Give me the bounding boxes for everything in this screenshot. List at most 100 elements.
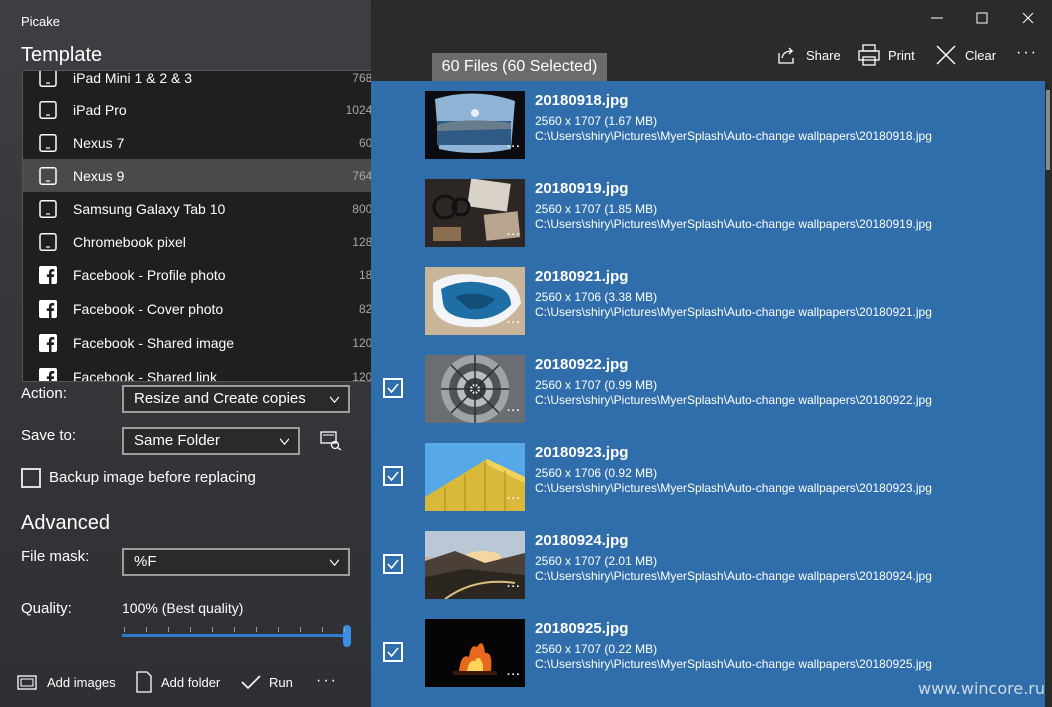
file-thumbnail[interactable]: ··· [425, 443, 525, 511]
scrollbar-thumb[interactable] [1046, 90, 1050, 170]
backup-checkbox[interactable] [21, 468, 41, 488]
thumbnail-more-icon[interactable]: ··· [507, 229, 521, 241]
file-mask-value: %F [134, 553, 157, 570]
file-name: 20180921.jpg [535, 268, 629, 285]
file-thumbnail[interactable]: ··· [425, 267, 525, 335]
facebook-icon [39, 333, 57, 352]
template-option-name: Facebook - Profile photo [73, 266, 226, 283]
file-name: 20180925.jpg [535, 620, 629, 637]
thumbnail-more-icon[interactable]: ··· [507, 141, 521, 153]
facebook-icon [39, 265, 57, 284]
files-tab[interactable]: 60 Files (60 Selected) [432, 53, 607, 81]
minimize-icon[interactable] [925, 6, 949, 30]
action-combobox[interactable]: Resize and Create copies [122, 385, 350, 413]
file-dimensions: 2560 x 1706 (0.92 MB) [535, 466, 658, 480]
tablet-icon [39, 232, 57, 251]
checkmark-icon [387, 471, 399, 482]
printer-icon [858, 44, 880, 66]
thumbnail-more-icon[interactable]: ··· [507, 405, 521, 417]
template-option-name: iPad Pro [73, 101, 127, 118]
close-icon[interactable] [1016, 6, 1040, 30]
template-option[interactable]: Facebook - Cover photo820x310 [23, 292, 421, 325]
tablet-icon [39, 166, 57, 185]
file-path: C:\Users\shiry\Pictures\MyerSplash\Auto-… [535, 569, 932, 583]
clear-label: Clear [965, 47, 997, 63]
file-list[interactable]: ··· 20180918.jpg 2560 x 1707 (1.67 MB) C:\U… [371, 81, 1045, 707]
file-row[interactable]: ··· 20180918.jpg 2560 x 1707 (1.67 MB) C:\U… [371, 81, 1045, 169]
file-dimensions: 2560 x 1706 (3.38 MB) [535, 290, 658, 304]
file-row[interactable]: ··· 20180919.jpg 2560 x 1707 (1.85 MB) C:\U… [371, 169, 1045, 257]
file-path: C:\Users\shiry\Pictures\MyerSplash\Auto-… [535, 393, 932, 407]
more-options-icon[interactable]: ··· [316, 672, 338, 690]
run-label: Run [269, 674, 293, 690]
quality-slider-track[interactable] [122, 634, 348, 637]
thumbnail-more-icon[interactable]: ··· [507, 581, 521, 593]
print-button[interactable]: Print [858, 43, 915, 67]
run-button[interactable]: Run [241, 670, 293, 694]
template-option[interactable]: Samsung Galaxy Tab 10800x1200 [23, 192, 421, 225]
file-name: 20180922.jpg [535, 356, 629, 373]
slider-tick [278, 627, 279, 632]
backup-label: Backup image before replacing [49, 469, 256, 486]
save-to-combobox[interactable]: Same Folder [122, 427, 300, 455]
template-option-name: Facebook - Shared link [73, 368, 217, 382]
template-option[interactable]: Facebook - Shared link1200x627 [23, 360, 421, 382]
template-option-name: iPad Mini 1 & 2 & 3 [73, 70, 193, 86]
facebook-icon [39, 299, 57, 318]
template-option[interactable]: iPad Pro1024x1366 [23, 93, 421, 126]
template-dropdown-list[interactable]: iPad Mini 1 & 2 & 3768x1024iPad Pro1024x… [22, 70, 422, 382]
file-row[interactable]: ··· 20180921.jpg 2560 x 1706 (3.38 MB) C:\U… [371, 257, 1045, 345]
clear-button[interactable]: Clear [935, 43, 996, 67]
checkmark-icon [241, 675, 261, 690]
file-row[interactable]: ··· 20180924.jpg 2560 x 1707 (2.01 MB) C:\U… [371, 521, 1045, 609]
row-checkbox[interactable] [383, 554, 403, 574]
tablet-icon [39, 100, 57, 119]
maximize-icon[interactable] [970, 6, 994, 30]
add-images-button[interactable]: Add images [17, 670, 116, 694]
template-option[interactable]: Nexus 9764x1024 [23, 159, 421, 192]
thumbnail-more-icon[interactable]: ··· [507, 493, 521, 505]
template-heading: Template [21, 44, 103, 66]
slider-tick [256, 627, 257, 632]
file-thumbnail[interactable]: ··· [425, 619, 525, 687]
file-dimensions: 2560 x 1707 (2.01 MB) [535, 554, 658, 568]
file-row[interactable]: ··· 20180922.jpg 2560 x 1707 (0.99 MB) C:\U… [371, 345, 1045, 433]
row-checkbox[interactable] [383, 466, 403, 486]
template-option[interactable]: Chromebook pixel1280x580 [23, 225, 421, 258]
file-path: C:\Users\shiry\Pictures\MyerSplash\Auto-… [535, 129, 932, 143]
chevron-down-icon [330, 559, 339, 567]
checkmark-icon [387, 559, 399, 570]
add-images-label: Add images [47, 674, 116, 690]
slider-tick [212, 627, 213, 632]
row-checkbox[interactable] [383, 378, 403, 398]
file-row[interactable]: ··· 20180923.jpg 2560 x 1706 (0.92 MB) C:\U… [371, 433, 1045, 521]
scrollbar[interactable] [1045, 81, 1052, 707]
share-button[interactable]: Share [776, 43, 841, 67]
file-path: C:\Users\shiry\Pictures\MyerSplash\Auto-… [535, 481, 932, 495]
slider-tick [300, 627, 301, 632]
file-thumbnail[interactable]: ··· [425, 355, 525, 423]
file-mask-combobox[interactable]: %F [122, 548, 350, 576]
watermark: www.wincore.ru [918, 679, 1046, 698]
thumbnail-more-icon[interactable]: ··· [507, 669, 521, 681]
file-thumbnail[interactable]: ··· [425, 91, 525, 159]
template-option[interactable]: iPad Mini 1 & 2 & 3768x1024 [23, 70, 421, 94]
file-name: 20180918.jpg [535, 92, 629, 109]
file-dimensions: 2560 x 1707 (0.22 MB) [535, 642, 658, 656]
template-option[interactable]: Facebook - Shared image1200x630 [23, 326, 421, 359]
file-path: C:\Users\shiry\Pictures\MyerSplash\Auto-… [535, 217, 932, 231]
file-thumbnail[interactable]: ··· [425, 179, 525, 247]
checkmark-icon [387, 647, 399, 658]
add-folder-button[interactable]: Add folder [135, 670, 220, 694]
thumbnail-more-icon[interactable]: ··· [507, 317, 521, 329]
template-option-name: Facebook - Shared image [73, 334, 235, 351]
row-checkbox[interactable] [383, 642, 403, 662]
file-dimensions: 2560 x 1707 (1.67 MB) [535, 114, 658, 128]
template-option[interactable]: Facebook - Profile photo180x180 [23, 258, 421, 291]
template-option[interactable]: Nexus 7600x960 [23, 126, 421, 159]
add-folder-label: Add folder [161, 674, 221, 690]
file-thumbnail[interactable]: ··· [425, 531, 525, 599]
browse-folder-icon[interactable] [320, 431, 342, 451]
more-options-icon[interactable]: ··· [1016, 44, 1038, 62]
action-label: Action: [21, 385, 67, 402]
